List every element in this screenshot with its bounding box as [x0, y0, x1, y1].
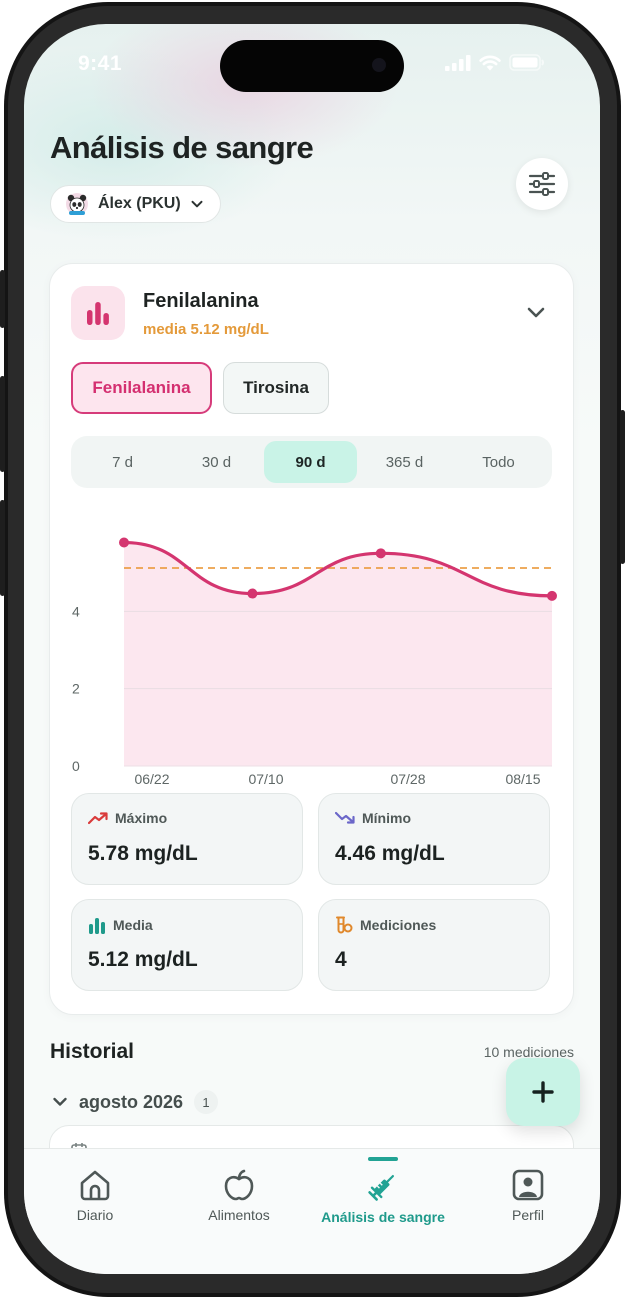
- patient-name: Álex (PKU): [98, 195, 181, 212]
- range-selector: 7 d 30 d 90 d 365 d Todo: [71, 436, 552, 488]
- chart-data-point: [119, 537, 129, 548]
- metric-icon-tile: [71, 286, 125, 340]
- chevron-down-icon: [53, 1097, 67, 1106]
- page-title: Análisis de sangre: [50, 130, 314, 165]
- metric-name: Fenilalanina: [143, 290, 259, 312]
- plus-icon: [532, 1081, 554, 1103]
- x-tick-label: 08/15: [505, 771, 540, 784]
- app-screen: 9:41 Análisis de sangre Álex (PKU) Fenil…: [24, 24, 600, 1274]
- tab-fenilalanina[interactable]: Fenilalanina: [71, 362, 212, 414]
- chart-data-point: [247, 588, 258, 599]
- x-tick-label: 07/10: [248, 771, 283, 784]
- tab-alimentos[interactable]: Alimentos: [194, 1169, 284, 1223]
- month-count-badge: 1: [194, 1090, 219, 1114]
- home-icon: [80, 1170, 110, 1201]
- tab-perfil[interactable]: Perfil: [493, 1169, 563, 1223]
- range-90d[interactable]: 90 d: [264, 441, 357, 483]
- add-measurement-button[interactable]: [506, 1058, 580, 1126]
- stat-min: Mínimo 4.46 mg/dL: [318, 793, 550, 885]
- power-button: [620, 410, 625, 564]
- stat-min-label: Mínimo: [362, 810, 411, 826]
- y-tick-label: 4: [72, 603, 80, 619]
- collapse-button[interactable]: [524, 300, 548, 324]
- patient-selector[interactable]: Álex (PKU): [50, 185, 221, 223]
- metric-card: Fenilalanina media 5.12 mg/dL Fenilalani…: [49, 263, 574, 1015]
- volume-down-button: [0, 500, 5, 596]
- tab-diario-label: Diario: [76, 1207, 114, 1223]
- syringe-icon: [368, 1175, 394, 1201]
- chevron-down-icon: [191, 200, 203, 208]
- stat-mean-head: Media: [88, 916, 153, 934]
- tab-analisis[interactable]: Análisis de sangre: [310, 1169, 456, 1225]
- sliders-icon: [528, 172, 556, 196]
- battery-icon: [509, 54, 544, 71]
- cellular-signal-icon: [445, 55, 471, 71]
- chevron-down-icon: [527, 307, 545, 318]
- tab-diario[interactable]: Diario: [60, 1169, 130, 1223]
- chart-data-point: [375, 548, 386, 559]
- stat-count: Mediciones 4: [318, 899, 550, 991]
- phenylalanine-chart: 0 2 4 06/22 07/10 07/28 08/15: [72, 537, 557, 784]
- chart-area-fill: [124, 542, 552, 766]
- dynamic-island: [220, 40, 404, 92]
- profile-icon: [512, 1169, 544, 1201]
- stat-mean-label: Media: [113, 917, 153, 933]
- bar-chart-icon: [89, 918, 105, 934]
- y-tick-label: 0: [72, 758, 80, 774]
- stat-max-value: 5.78 mg/dL: [88, 842, 198, 865]
- stat-mean-value: 5.12 mg/dL: [88, 948, 198, 971]
- bar-chart-icon: [87, 302, 109, 325]
- stat-min-value: 4.46 mg/dL: [335, 842, 445, 865]
- stat-max-label: Máximo: [115, 810, 168, 826]
- wifi-icon: [479, 55, 501, 71]
- active-tab-indicator: [368, 1157, 398, 1161]
- month-group-toggle[interactable]: agosto 2026 1: [52, 1090, 219, 1114]
- stat-count-value: 4: [335, 948, 347, 971]
- range-365d[interactable]: 365 d: [358, 441, 451, 483]
- vial-icon: [336, 916, 353, 934]
- y-tick-label: 2: [72, 681, 80, 697]
- apple-icon: [224, 1169, 254, 1201]
- stat-count-label: Mediciones: [360, 917, 437, 933]
- stat-count-head: Mediciones: [335, 916, 436, 934]
- camera-icon: [372, 58, 386, 72]
- range-30d[interactable]: 30 d: [170, 441, 263, 483]
- status-icons: [445, 54, 545, 71]
- bottom-tab-bar: Diario Alimentos Análisis de sangre Perf…: [24, 1148, 600, 1274]
- filter-settings-button[interactable]: [516, 158, 568, 210]
- trend-up-icon: [88, 812, 108, 825]
- patient-avatar-icon: [66, 193, 88, 215]
- stat-mean: Media 5.12 mg/dL: [71, 899, 303, 991]
- tab-perfil-label: Perfil: [512, 1207, 544, 1223]
- stat-max: Máximo 5.78 mg/dL: [71, 793, 303, 885]
- x-tick-label: 07/28: [390, 771, 425, 784]
- volume-up-button: [0, 376, 5, 472]
- chart-data-point: [547, 590, 557, 601]
- x-tick-label: 06/22: [134, 771, 169, 784]
- stat-max-head: Máximo: [88, 810, 167, 826]
- stat-min-head: Mínimo: [335, 810, 411, 826]
- range-all[interactable]: Todo: [452, 441, 545, 483]
- status-time: 9:41: [78, 52, 123, 75]
- trend-down-icon: [335, 811, 355, 824]
- history-title: Historial: [50, 1040, 135, 1063]
- action-button: [0, 270, 5, 328]
- range-7d[interactable]: 7 d: [76, 441, 169, 483]
- tab-alimentos-label: Alimentos: [208, 1207, 270, 1223]
- tab-tirosina[interactable]: Tirosina: [223, 362, 329, 414]
- month-label: agosto 2026: [79, 1091, 184, 1112]
- tab-analisis-label: Análisis de sangre: [321, 1209, 445, 1225]
- metric-mean: media 5.12 mg/dL: [143, 321, 269, 338]
